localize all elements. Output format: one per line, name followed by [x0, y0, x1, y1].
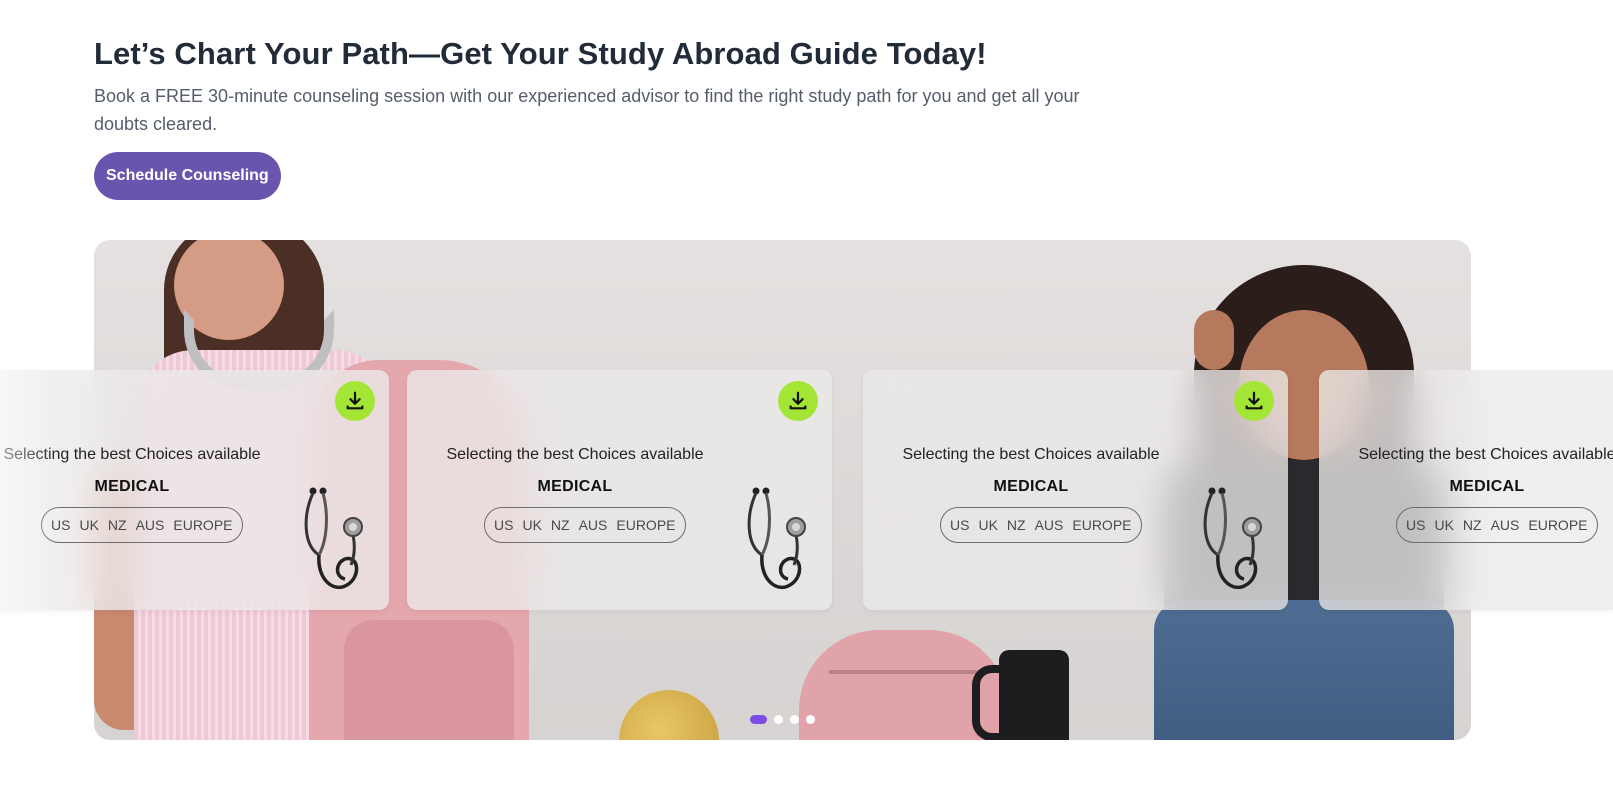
region-uk: UK [978, 517, 998, 533]
region-uk: UK [1434, 517, 1454, 533]
stethoscope-icon [747, 487, 806, 589]
download-button[interactable] [778, 381, 818, 421]
stethoscope-icon [1203, 487, 1262, 589]
region-europe: EUROPE [173, 517, 233, 533]
download-icon [346, 391, 364, 410]
region-uk: UK [79, 517, 99, 533]
card-tagline: Selecting the best Choices available [1358, 446, 1613, 463]
page-subtitle: Book a FREE 30-minute counseling session… [94, 86, 1080, 134]
stethoscope-icon [304, 487, 363, 589]
pagination-dot-3[interactable] [790, 715, 799, 724]
page-title: Let’s Chart Your Path—Get Your Study Abr… [94, 36, 987, 71]
region-aus: AUS [135, 517, 165, 533]
photo-backpack-zip [829, 670, 989, 674]
pagination-dot-4[interactable] [806, 715, 815, 724]
pagination-dot-2[interactable] [774, 715, 783, 724]
region-europe: EUROPE [1528, 517, 1588, 533]
region-aus: AUS [578, 517, 608, 533]
card-tagline: Selecting the best Choices available [902, 446, 1160, 463]
download-icon [789, 391, 807, 410]
card-title: MEDICAL [993, 478, 1069, 495]
program-card[interactable]: Selecting the best Choices available MED… [407, 370, 832, 610]
region-list: US UK NZ AUS EUROPE [41, 507, 243, 543]
card-title: MEDICAL [94, 478, 170, 495]
region-nz: NZ [107, 517, 127, 533]
region-us: US [1406, 517, 1426, 533]
card-tagline: Selecting the best Choices available [3, 446, 261, 463]
card-title: MEDICAL [1449, 478, 1525, 495]
region-nz: NZ [1462, 517, 1482, 533]
region-list: US UK NZ AUS EUROPE [940, 507, 1142, 543]
region-europe: EUROPE [1072, 517, 1132, 533]
region-europe: EUROPE [616, 517, 676, 533]
card-tagline: Selecting the best Choices available [446, 446, 704, 463]
card-title: MEDICAL [537, 478, 613, 495]
program-card[interactable]: Selecting the best Choices available MED… [0, 370, 389, 610]
program-card[interactable]: Selecting the best Choices available MED… [1319, 370, 1613, 610]
region-nz: NZ [550, 517, 570, 533]
region-list: US UK NZ AUS EUROPE [1396, 507, 1598, 543]
download-button[interactable] [335, 381, 375, 421]
photo-girl-right-jeans [1154, 600, 1454, 740]
region-nz: NZ [1006, 517, 1026, 533]
photo-backpack-left-pocket [344, 620, 514, 740]
photo-globe [619, 690, 719, 740]
photo-tumbler [999, 650, 1069, 740]
carousel-pagination [750, 715, 815, 724]
download-button[interactable] [1234, 381, 1274, 421]
region-us: US [51, 517, 71, 533]
region-aus: AUS [1490, 517, 1520, 533]
region-aus: AUS [1034, 517, 1064, 533]
region-uk: UK [522, 517, 542, 533]
pagination-dot-1[interactable] [750, 715, 767, 724]
region-us: US [494, 517, 514, 533]
hero-text: Let’s Chart Your Path—Get Your Study Abr… [94, 30, 1134, 138]
region-us: US [950, 517, 970, 533]
download-icon [1245, 391, 1263, 410]
program-card[interactable]: Selecting the best Choices available MED… [863, 370, 1288, 610]
region-list: US UK NZ AUS EUROPE [484, 507, 686, 543]
photo-girl-right-hand [1194, 310, 1234, 370]
schedule-counseling-button[interactable]: Schedule Counseling [94, 152, 281, 200]
